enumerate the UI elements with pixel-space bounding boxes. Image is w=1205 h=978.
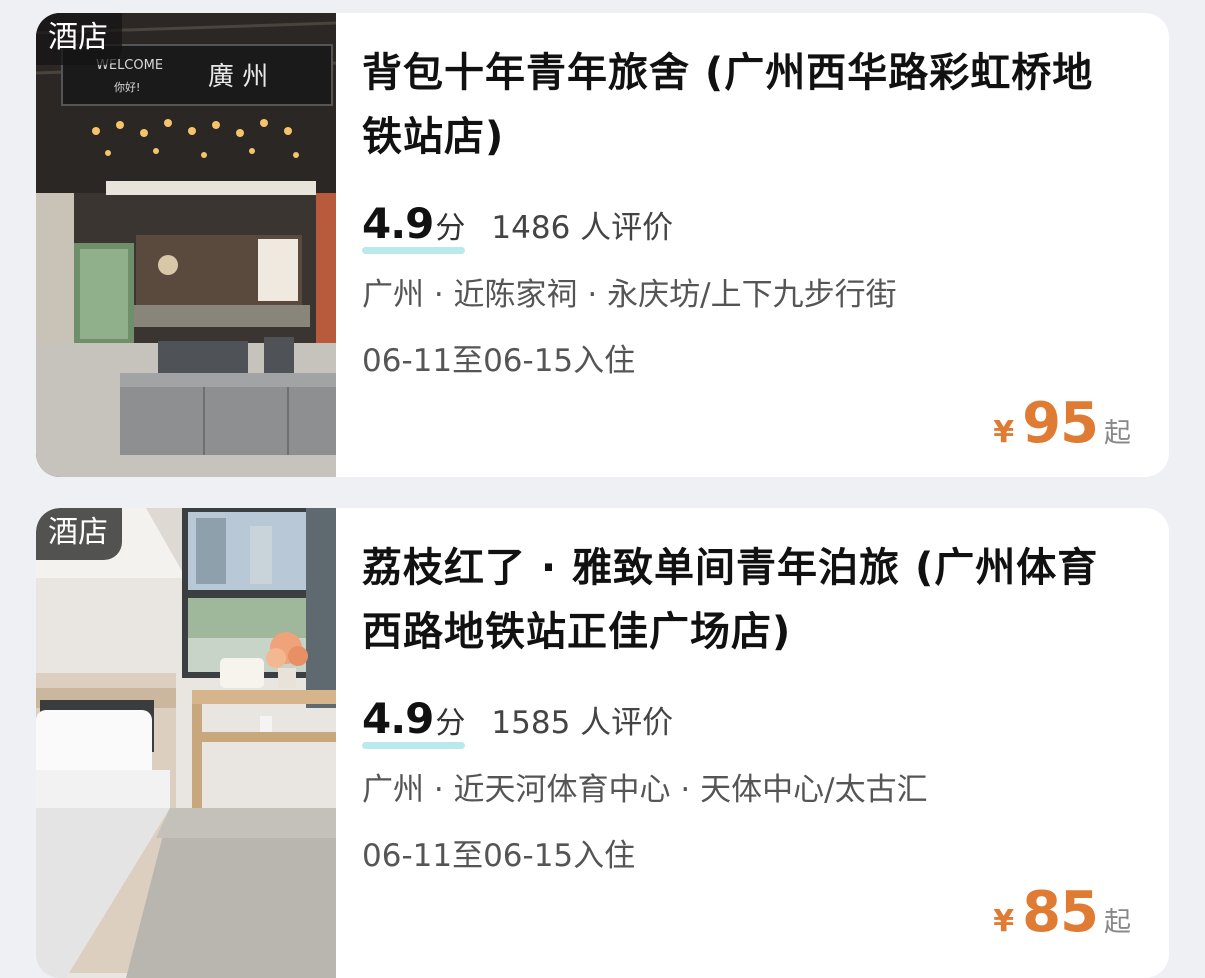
hotel-location: 广州 · 近陈家祠 · 永庆坊/上下九步行街 (362, 277, 897, 313)
stay-dates: 06-11至06-15入住 (362, 343, 636, 379)
sign-hello: 你好! (114, 80, 140, 94)
hotel-card[interactable]: WELCOME 你好! 廣 州 酒店 背包十年青年旅舍 (广州西华路彩虹桥地铁站… (36, 13, 1169, 477)
rating-score: 4.9 (362, 694, 434, 743)
sign-city: 廣 州 (208, 62, 268, 92)
rating-score: 4.9 (362, 199, 434, 248)
stay-dates: 06-11至06-15入住 (362, 838, 636, 874)
price-suffix: 起 (1104, 418, 1131, 449)
price: ¥ 95 起 (993, 391, 1131, 456)
price-suffix: 起 (1104, 907, 1131, 938)
price-currency: ¥ (993, 904, 1015, 939)
hotel-name[interactable]: 背包十年青年旅舍 (广州西华路彩虹桥地铁站店) (362, 41, 1122, 169)
rating-score-badge: 4.9 分 (362, 199, 466, 254)
hotel-name[interactable]: 荔枝红了 · 雅致单间青年泊旅 (广州体育西路地铁站正佳广场店) (362, 536, 1122, 664)
hotel-info: 背包十年青年旅舍 (广州西华路彩虹桥地铁站店) 4.9 分 1486 人评价 广… (362, 13, 1139, 477)
hotel-info: 荔枝红了 · 雅致单间青年泊旅 (广州体育西路地铁站正佳广场店) 4.9 分 1… (362, 508, 1139, 978)
rating-score-unit: 分 (435, 211, 466, 246)
hotel-photo: WELCOME 你好! 廣 州 酒店 (36, 13, 336, 477)
hotel-list: WELCOME 你好! 廣 州 酒店 背包十年青年旅舍 (广州西华路彩虹桥地铁站… (0, 0, 1205, 978)
hotel-photo: 酒店 (36, 508, 336, 978)
hotel-card[interactable]: 酒店 荔枝红了 · 雅致单间青年泊旅 (广州体育西路地铁站正佳广场店) 4.9 … (36, 508, 1169, 978)
rating-row: 4.9 分 1486 人评价 (362, 199, 673, 255)
review-count: 1486 人评价 (491, 210, 674, 246)
price-currency: ¥ (993, 415, 1015, 450)
hotel-type-tag: 酒店 (36, 13, 122, 65)
price-amount: 95 (1022, 391, 1099, 456)
review-count: 1585 人评价 (491, 705, 674, 741)
rating-row: 4.9 分 1585 人评价 (362, 694, 673, 750)
hotel-location: 广州 · 近天河体育中心 · 天体中心/太古汇 (362, 772, 928, 808)
rating-score-unit: 分 (435, 706, 466, 741)
price-amount: 85 (1022, 880, 1099, 945)
rating-score-badge: 4.9 分 (362, 694, 466, 749)
hotel-type-tag: 酒店 (36, 508, 122, 560)
price: ¥ 85 起 (993, 880, 1131, 945)
